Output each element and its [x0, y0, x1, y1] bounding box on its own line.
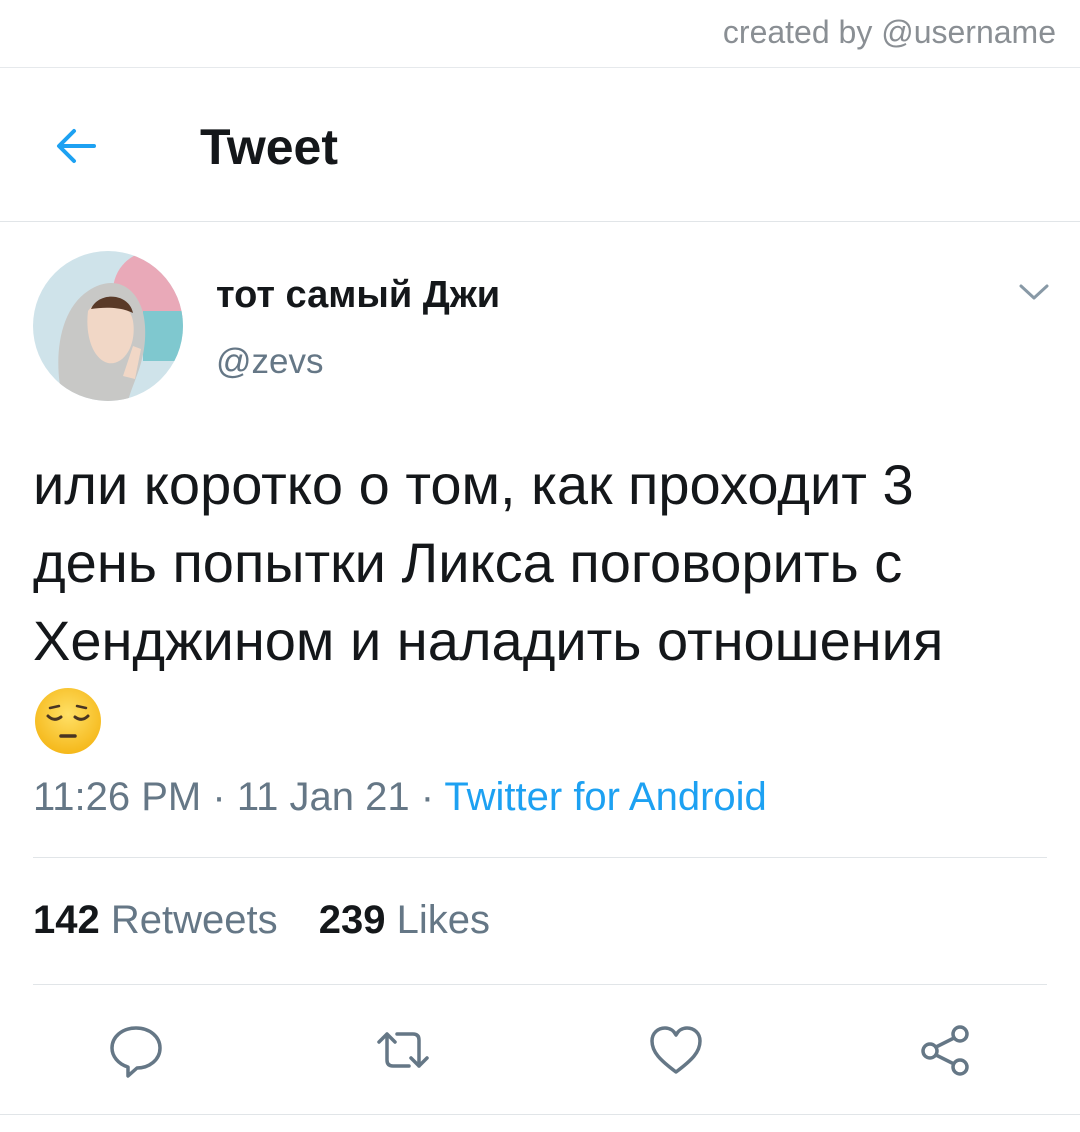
- tweet-text-line: Хенджином и наладить отношения: [33, 609, 944, 672]
- action-bar: [0, 1010, 1080, 1090]
- retweet-button[interactable]: [363, 1010, 443, 1090]
- watermark-bar: created by @username: [0, 0, 1080, 68]
- tweet-detail-screen: created by @username Tweet тот самый Джи…: [0, 0, 1080, 1132]
- likes-stat[interactable]: 239 Likes: [319, 898, 490, 943]
- divider: [0, 1114, 1080, 1115]
- more-options-button[interactable]: [1012, 276, 1056, 308]
- likes-label: Likes: [396, 898, 491, 942]
- arrow-left-icon: [57, 129, 96, 163]
- tweet-text: или коротко о том, как проходит 3 день п…: [33, 446, 1053, 764]
- author-display-name[interactable]: тот самый Джи: [216, 274, 500, 317]
- divider: [33, 984, 1047, 985]
- header: Tweet: [0, 68, 1080, 222]
- page-title: Tweet: [200, 119, 338, 175]
- divider: [33, 857, 1047, 858]
- tweet-text-line: день попытки Ликса поговорить с: [33, 531, 903, 594]
- tweet-text-line: или коротко о том, как проходит 3: [33, 453, 914, 516]
- tweet-source-link[interactable]: Twitter for Android: [444, 775, 766, 819]
- tweet-meta: 11:26 PM · 11 Jan 21 · Twitter for Andro…: [33, 775, 767, 820]
- pensive-face-emoji: [35, 688, 101, 754]
- share-button[interactable]: [906, 1010, 986, 1090]
- back-button[interactable]: [44, 114, 108, 178]
- retweets-count: 142: [33, 898, 100, 942]
- tweet-stats: 142 Retweets 239 Likes: [33, 898, 490, 943]
- avatar[interactable]: [33, 251, 183, 401]
- retweets-stat[interactable]: 142 Retweets: [33, 898, 278, 943]
- heart-icon: [650, 1026, 702, 1074]
- retweet-icon: [377, 1032, 429, 1068]
- meta-separator: ·: [212, 775, 226, 819]
- tweet-date: 11 Jan 21: [236, 775, 410, 819]
- chevron-down-icon: [1019, 284, 1049, 300]
- watermark: created by @username: [722, 14, 1056, 50]
- likes-count: 239: [318, 898, 386, 942]
- reply-icon: [110, 1026, 162, 1078]
- tweet-time: 11:26 PM: [33, 775, 202, 819]
- avatar-image: [33, 251, 183, 401]
- retweets-label: Retweets: [110, 898, 278, 942]
- like-button[interactable]: [636, 1010, 716, 1090]
- share-icon: [921, 1025, 969, 1076]
- meta-separator: ·: [420, 775, 435, 819]
- reply-button[interactable]: [96, 1010, 176, 1090]
- author-handle[interactable]: @zevs: [216, 342, 324, 382]
